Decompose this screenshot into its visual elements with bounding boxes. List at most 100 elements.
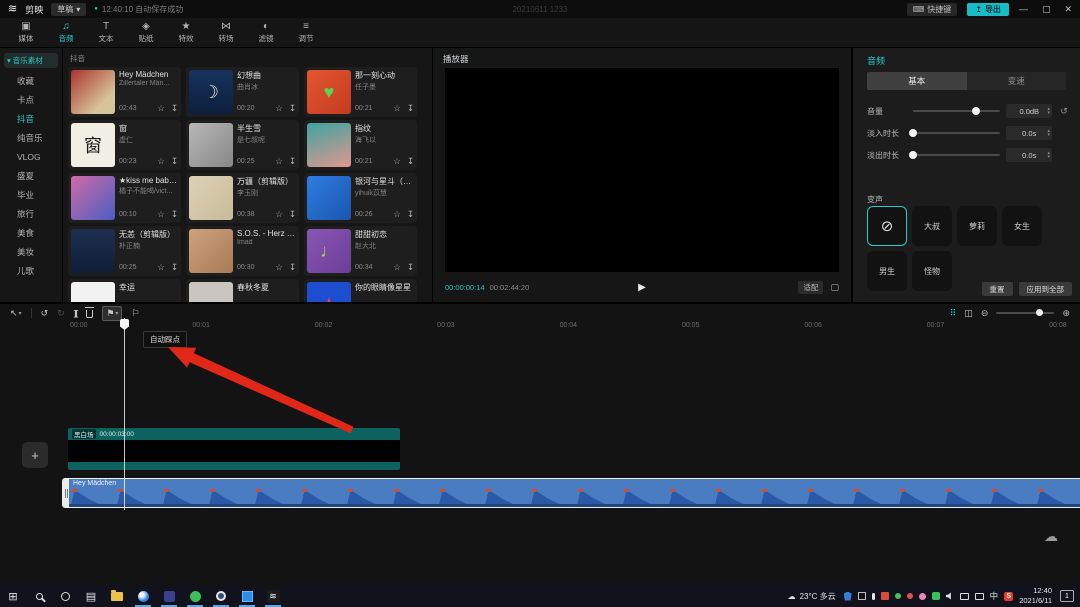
sidebar-item[interactable]: 卡点 [0,91,62,110]
record-status-icon[interactable] [907,593,913,599]
music-card[interactable]: Hey Mädchen Zillertaler Män... 02:43 ☆ ↧ [68,67,181,117]
fullscreen-icon[interactable]: ▢ [830,282,839,293]
volume-icon[interactable] [946,592,954,600]
slider-track[interactable] [913,110,1000,112]
download-icon[interactable]: ↧ [289,209,296,220]
download-icon[interactable]: ↧ [289,262,296,273]
browser-icon[interactable] [130,585,156,607]
media-tab[interactable]: ♫ 音频 [46,22,86,44]
add-media-button[interactable]: + [22,442,48,468]
download-icon[interactable]: ↧ [171,262,178,273]
voice-option[interactable]: ⊘ [867,206,907,246]
music-card[interactable]: 幸运 ☆ ↧ [68,279,181,302]
sidebar-item[interactable]: 美妆 [0,243,62,262]
slider-track[interactable] [913,132,1000,134]
defender-shield-icon[interactable] [844,592,852,601]
clip-trim-handle[interactable] [63,479,69,507]
sidebar-item[interactable]: 纯音乐 [0,129,62,148]
undo-button[interactable]: ↺ [41,308,49,319]
play-button[interactable]: ▶ [638,282,646,293]
maximize-button[interactable]: ▢ [1042,4,1051,15]
music-card[interactable]: ♩ 甜甜初恋 赵大北 00:34 ☆ ↧ [304,226,417,276]
fit-mode-button[interactable]: 适配 [798,281,823,294]
sidebar-item[interactable]: 抖音 [0,110,62,129]
draft-dropdown[interactable]: 草稿 ▾ [51,3,86,16]
download-icon[interactable]: ↧ [289,156,296,167]
apply-to-all-button[interactable]: 应用到全部 [1019,282,1073,296]
reset-icon[interactable]: ↺ [1058,106,1070,117]
microphone-icon[interactable] [872,593,875,600]
cortana-icon[interactable] [52,585,78,607]
slider-value[interactable]: 0.0s [1011,129,1047,138]
music-card[interactable]: ☽ 幻想曲 曲肖冰 00:20 ☆ ↧ [186,67,299,117]
security-app-icon[interactable] [208,585,234,607]
track-mode-icon[interactable]: ◫ [964,308,973,319]
select-tool[interactable]: ↖ ▾ [10,308,22,319]
wechat-tray-icon[interactable] [932,592,940,600]
music-card[interactable]: 万疆（剪辑版） 李玉刚 00:38 ☆ ↧ [186,173,299,223]
reset-button[interactable]: 重置 [982,282,1013,296]
search-icon[interactable] [26,585,52,607]
auto-beat-button[interactable]: ⚑ ▾ [102,306,122,321]
music-card[interactable]: S.O.S. - Herz in... Imad 00:30 ☆ ↧ [186,226,299,276]
weather-widget[interactable]: ☁ 23°C 多云 [788,591,836,602]
favorite-star-icon[interactable]: ☆ [157,262,165,273]
music-card[interactable]: 指纹 海飞以 00:21 ☆ ↧ [304,120,417,170]
sidebar-item[interactable]: 旅行 [0,205,62,224]
network-icon[interactable] [960,593,969,600]
ime-indicator[interactable]: 中 [990,590,999,602]
music-card[interactable]: ★ 你的眼睛像星星 ☆ ↧ [304,279,417,302]
contacts-icon[interactable] [919,593,926,600]
favorite-star-icon[interactable]: ☆ [275,103,283,114]
voice-option[interactable]: ⊘ 女生 [1002,206,1042,246]
zoom-out-icon[interactable]: ⊖ [981,308,989,319]
media-tab[interactable]: ★ 特效 [166,22,206,44]
favorite-star-icon[interactable]: ☆ [393,262,401,273]
music-card[interactable]: 春秋冬夏 ☆ ↧ [186,279,299,302]
favorite-star-icon[interactable]: ☆ [275,262,283,273]
timeline-zoom-slider[interactable] [996,312,1054,314]
audio-clip[interactable]: Hey Mädchen [62,478,1080,508]
video-clip-blackwhite[interactable]: 黑白场 00:00:03:00 [68,428,400,470]
media-tab[interactable]: ⋈ 转场 [206,22,246,44]
favorite-star-icon[interactable]: ☆ [157,209,165,220]
wechat-icon[interactable] [182,585,208,607]
taskbar-clock[interactable]: 12:40 2021/6/11 [1019,586,1052,606]
music-card[interactable]: 银河与星斗（剪... yihuik苡慧 00:26 ☆ ↧ [304,173,417,223]
media-tab[interactable]: ▣ 媒体 [6,22,46,44]
sidebar-item[interactable]: 儿歌 [0,262,62,281]
slider-handle[interactable] [909,129,917,137]
inspector-tab[interactable]: 变速 [967,72,1067,90]
media-tab[interactable]: ◐ 滤镜 [246,22,286,44]
download-icon[interactable]: ↧ [171,103,178,114]
music-app-icon[interactable] [156,585,182,607]
redo-button[interactable]: ↻ [57,308,65,319]
favorite-star-icon[interactable]: ☆ [393,156,401,167]
favorite-star-icon[interactable]: ☆ [275,209,283,220]
media-tab[interactable]: ≡ 调节 [286,22,326,44]
export-button[interactable]: ↥ 导出 [967,3,1009,16]
sidebar-item[interactable]: 收藏 [0,72,62,91]
file-explorer-icon[interactable] [104,585,130,607]
music-card[interactable]: 窗 窗 虚仁 00:23 ☆ ↧ [68,120,181,170]
photos-app-icon[interactable] [234,585,260,607]
download-icon[interactable]: ↧ [407,103,414,114]
display-icon[interactable] [975,593,984,600]
sidebar-item[interactable]: 盛夏 [0,167,62,186]
download-icon[interactable]: ↧ [171,209,178,220]
download-icon[interactable]: ↧ [407,262,414,273]
music-card[interactable]: 无恙（剪辑版） 朴正楠 00:25 ☆ ↧ [68,226,181,276]
sidebar-item[interactable]: 美食 [0,224,62,243]
sidebar-item[interactable]: 毕业 [0,186,62,205]
preview-axis-toggle-icon[interactable]: ⠿ [950,308,957,319]
sidebar-group-music[interactable]: ▾ 音乐素材 [4,53,58,68]
zoom-slider-handle[interactable] [1036,309,1043,316]
minimize-button[interactable]: — [1019,4,1028,15]
download-icon[interactable]: ↧ [171,156,178,167]
task-view-icon[interactable]: ▤ [78,585,104,607]
slider-value[interactable]: 0.0dB [1011,107,1047,116]
inspector-tab[interactable]: 基本 [867,72,967,90]
cloud-upload-icon[interactable]: ☁ [1044,528,1058,545]
voice-option[interactable]: ⊘ 萝莉 [957,206,997,246]
music-card[interactable]: 半生雪 是七叔呢 00:25 ☆ ↧ [186,120,299,170]
